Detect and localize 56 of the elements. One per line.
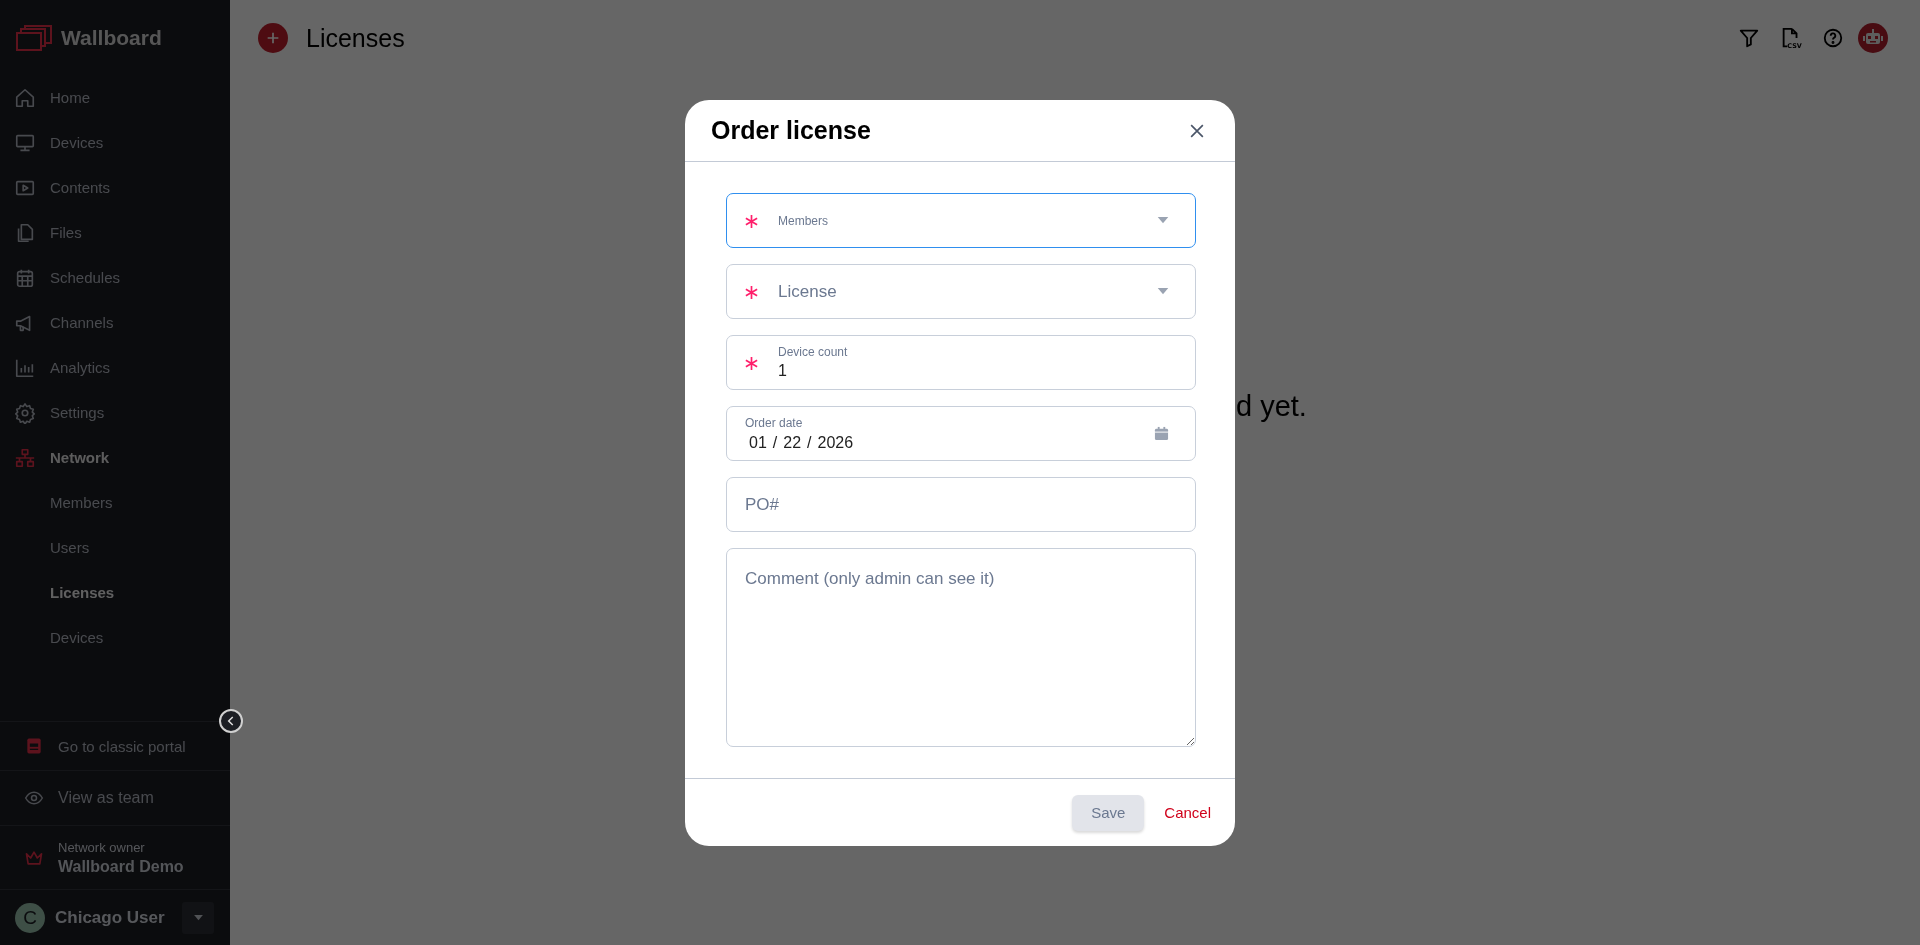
comment-field[interactable]: Comment (only admin can see it) [726,548,1196,747]
number-field[interactable]: Device count 1 [726,335,1196,390]
sidebar-link[interactable]: Go to classic portal [0,721,230,770]
date-text: 01 [749,433,767,452]
field-label: Device count [778,345,849,359]
calendar-icon [1154,426,1169,441]
nav-item[interactable]: Contents [0,165,230,210]
sidebar-link[interactable]: View as team [0,770,230,825]
filter-icon[interactable] [1738,27,1760,49]
help-icon[interactable] [1822,27,1844,49]
home-icon [14,86,36,109]
robot-avatar-icon[interactable] [1858,23,1888,53]
nav-subitem[interactable]: Users [0,525,230,570]
date-separator: / [772,433,778,452]
nav-item[interactable]: Settings [0,390,230,435]
select-field[interactable]: Members [726,193,1196,248]
date-text: 2026 [817,433,854,452]
logo-icon [16,24,52,51]
nav-item[interactable]: Home [0,75,230,120]
nav-subitem[interactable]: Licenses [0,570,230,615]
owner-caption: Network owner [58,839,146,855]
nav-subitem[interactable]: Members [0,480,230,525]
caret-icon [1157,217,1169,224]
date-separator: / [807,433,812,452]
field-label: License [778,281,838,302]
nav-item[interactable]: Files [0,210,230,255]
owner-name: Wallboard Demo [58,857,184,876]
nav-item[interactable]: Network [0,435,230,480]
date-field[interactable]: Order date 01 / 22 / 2026 [726,406,1196,461]
page-title: Licenses [306,23,405,53]
field-value: 1 [778,362,788,380]
nav-item[interactable]: Schedules [0,255,230,300]
app-name: Wallboard [61,25,162,50]
user-avatar: C [15,902,45,933]
text-field[interactable]: PO# [726,477,1196,532]
nav-item[interactable]: Channels [0,300,230,345]
field-label: Members [778,213,829,228]
nav-item[interactable]: Devices [0,120,230,165]
user-name: Chicago User [55,907,166,928]
eye-icon [24,788,44,808]
select-field[interactable]: License [726,264,1196,319]
nav-item[interactable]: Analytics [0,345,230,390]
field-label: Order date [745,415,804,430]
plus-icon [265,30,281,46]
caret-icon [1157,288,1169,295]
settings-icon [14,401,36,424]
dialog-title: Order license [711,116,871,145]
network-icon [14,446,36,469]
cancel-button[interactable]: Cancel [1164,796,1211,829]
collapse-button[interactable] [219,709,243,733]
empty-message: d yet. [1236,390,1308,423]
portal-icon [24,736,44,756]
caret-icon [192,914,204,921]
date-text: 22 [783,433,802,452]
add-button[interactable] [258,23,288,53]
nav-subitem[interactable]: Devices [0,615,230,660]
